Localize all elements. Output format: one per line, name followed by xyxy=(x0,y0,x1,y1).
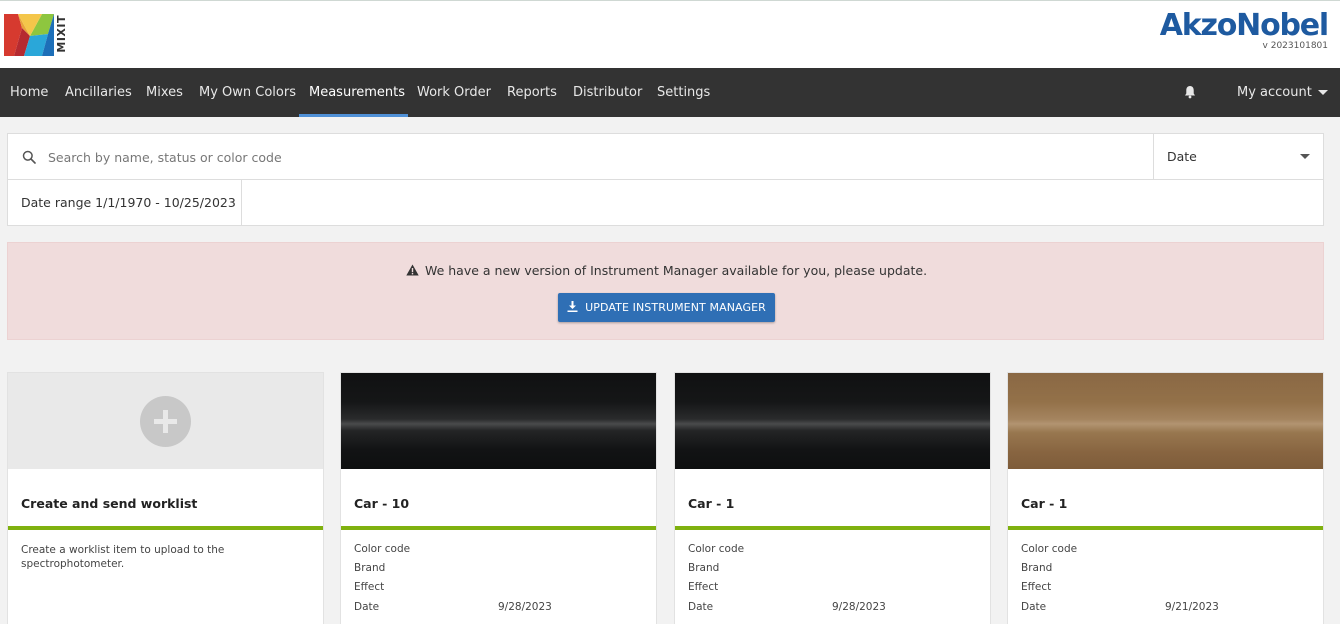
update-button-label: UPDATE INSTRUMENT MANAGER xyxy=(585,301,766,314)
card-divider xyxy=(675,526,990,530)
measurement-card[interactable]: Car - 1 Color code Brand Effect Date 9/2… xyxy=(674,372,991,624)
nav-mixes[interactable]: Mixes xyxy=(146,68,183,117)
date-value: 9/28/2023 xyxy=(498,601,552,613)
brand-label: Brand xyxy=(354,562,386,574)
search-input[interactable] xyxy=(48,142,1148,172)
date-label: Date xyxy=(354,601,380,613)
alert-text: We have a new version of Instrument Mana… xyxy=(424,263,928,278)
color-swatch xyxy=(675,373,990,469)
create-worklist-card[interactable]: Create and send worklist Create a workli… xyxy=(7,372,324,624)
update-instrument-manager-button[interactable]: UPDATE INSTRUMENT MANAGER xyxy=(558,293,775,322)
nav-measurements[interactable]: Measurements xyxy=(309,68,405,117)
nav-ancillaries[interactable]: Ancillaries xyxy=(65,68,132,117)
nav-distributor[interactable]: Distributor xyxy=(573,68,642,117)
plus-icon[interactable] xyxy=(140,396,191,447)
brand-label: Brand xyxy=(688,562,720,574)
nav-reports[interactable]: Reports xyxy=(507,68,557,117)
date-value: 9/28/2023 xyxy=(832,601,886,613)
nav-settings[interactable]: Settings xyxy=(657,68,710,117)
nav-home[interactable]: Home xyxy=(10,68,48,117)
nav-work-order[interactable]: Work Order xyxy=(417,68,491,117)
chevron-down-icon xyxy=(1317,90,1328,95)
card-title: Create and send worklist xyxy=(21,496,198,511)
effect-label: Effect xyxy=(354,581,385,593)
akzonobel-brand: AkzoNobel v 2023101801 xyxy=(1159,8,1329,52)
card-title: Car - 1 xyxy=(688,496,735,511)
sort-select[interactable]: Date xyxy=(1153,134,1323,180)
measurement-card[interactable]: Car - 1 Color code Brand Effect Date 9/2… xyxy=(1007,372,1324,624)
card-divider xyxy=(8,526,323,530)
date-label: Date xyxy=(688,601,714,613)
date-value: 9/21/2023 xyxy=(1165,601,1219,613)
sort-select-value: Date xyxy=(1167,149,1197,164)
card-description: Create a worklist item to upload to the … xyxy=(21,544,225,570)
color-code-label: Color code xyxy=(354,543,411,555)
nav-my-own-colors[interactable]: My Own Colors xyxy=(199,68,296,117)
effect-label: Effect xyxy=(1021,581,1052,593)
color-swatch xyxy=(1008,373,1323,469)
measurement-card[interactable]: Car - 10 Color code Brand Effect Date 9/… xyxy=(340,372,657,624)
mixit-logo-text: MIXIT xyxy=(55,15,68,53)
card-header xyxy=(8,373,323,469)
color-swatch xyxy=(341,373,656,469)
card-divider xyxy=(341,526,656,530)
search-row: Date xyxy=(8,134,1323,180)
company-name: AkzoNobel xyxy=(1159,8,1329,43)
card-title: Car - 10 xyxy=(354,496,410,511)
date-range-label: Date range 1/1/1970 - 10/25/2023 xyxy=(21,195,236,210)
update-alert: We have a new version of Instrument Mana… xyxy=(7,242,1324,340)
alert-message: We have a new version of Instrument Mana… xyxy=(8,263,1325,278)
date-label: Date xyxy=(1021,601,1047,613)
bell-icon[interactable] xyxy=(1183,85,1197,99)
effect-label: Effect xyxy=(688,581,719,593)
warning-icon xyxy=(406,264,419,276)
brand-label: Brand xyxy=(1021,562,1053,574)
date-range-filter[interactable]: Date range 1/1/1970 - 10/25/2023 xyxy=(8,180,242,225)
main-nav: Home Ancillaries Mixes My Own Colors Mea… xyxy=(0,68,1340,117)
app-header: MIXIT AkzoNobel v 2023101801 xyxy=(0,0,1340,68)
filter-panel: Date Date range 1/1/1970 - 10/25/2023 xyxy=(7,133,1324,226)
color-code-label: Color code xyxy=(688,543,745,555)
color-code-label: Color code xyxy=(1021,543,1078,555)
my-account-menu[interactable]: My account xyxy=(1237,68,1328,117)
card-title: Car - 1 xyxy=(1021,496,1068,511)
search-icon xyxy=(22,150,36,164)
chevron-down-icon xyxy=(1300,154,1310,159)
card-divider xyxy=(1008,526,1323,530)
download-icon xyxy=(567,301,578,312)
my-account-label: My account xyxy=(1237,85,1312,100)
active-tab-indicator xyxy=(299,114,408,117)
